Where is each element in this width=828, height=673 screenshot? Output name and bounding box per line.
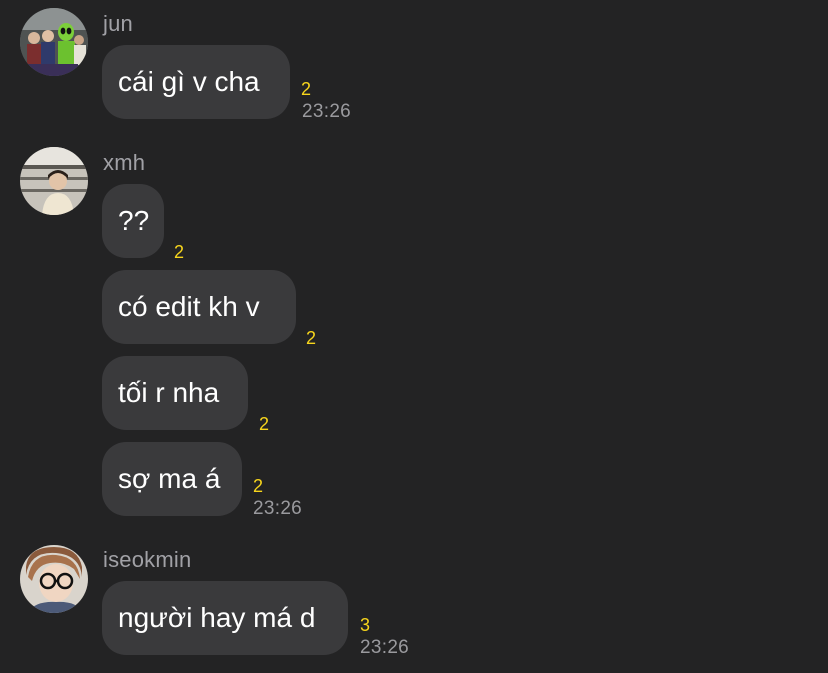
- unread-count: 3: [360, 615, 371, 635]
- message-bubble[interactable]: cái gì v cha: [102, 45, 290, 119]
- sender-name: iseokmin: [103, 547, 192, 572]
- message-bubble[interactable]: ??: [102, 184, 164, 258]
- message-bubble[interactable]: tối r nha: [102, 356, 248, 430]
- chat-messages-area[interactable]: jun cái gì v cha 2 23:26 xmh ?? 2 có edi…: [0, 0, 828, 673]
- unread-count: 2: [259, 414, 270, 434]
- unread-count: 2: [301, 79, 312, 99]
- glasses-person-avatar-icon[interactable]: [20, 545, 88, 613]
- unread-count: 2: [306, 328, 317, 348]
- group-photo-avatar-icon[interactable]: [20, 8, 88, 76]
- unread-count: 2: [174, 242, 185, 262]
- message-bubble[interactable]: sợ ma á: [102, 442, 242, 516]
- message-bubble[interactable]: người hay má d: [102, 581, 348, 655]
- sender-name: xmh: [103, 150, 146, 175]
- message-bubble[interactable]: có edit kh v: [102, 270, 296, 344]
- message-timestamp: 23:26: [253, 498, 303, 519]
- person-photo-avatar-icon[interactable]: [20, 147, 88, 215]
- sender-name: jun: [103, 11, 133, 36]
- message-timestamp: 23:26: [302, 101, 352, 122]
- message-timestamp: 23:26: [360, 637, 410, 658]
- unread-count: 2: [253, 476, 264, 496]
